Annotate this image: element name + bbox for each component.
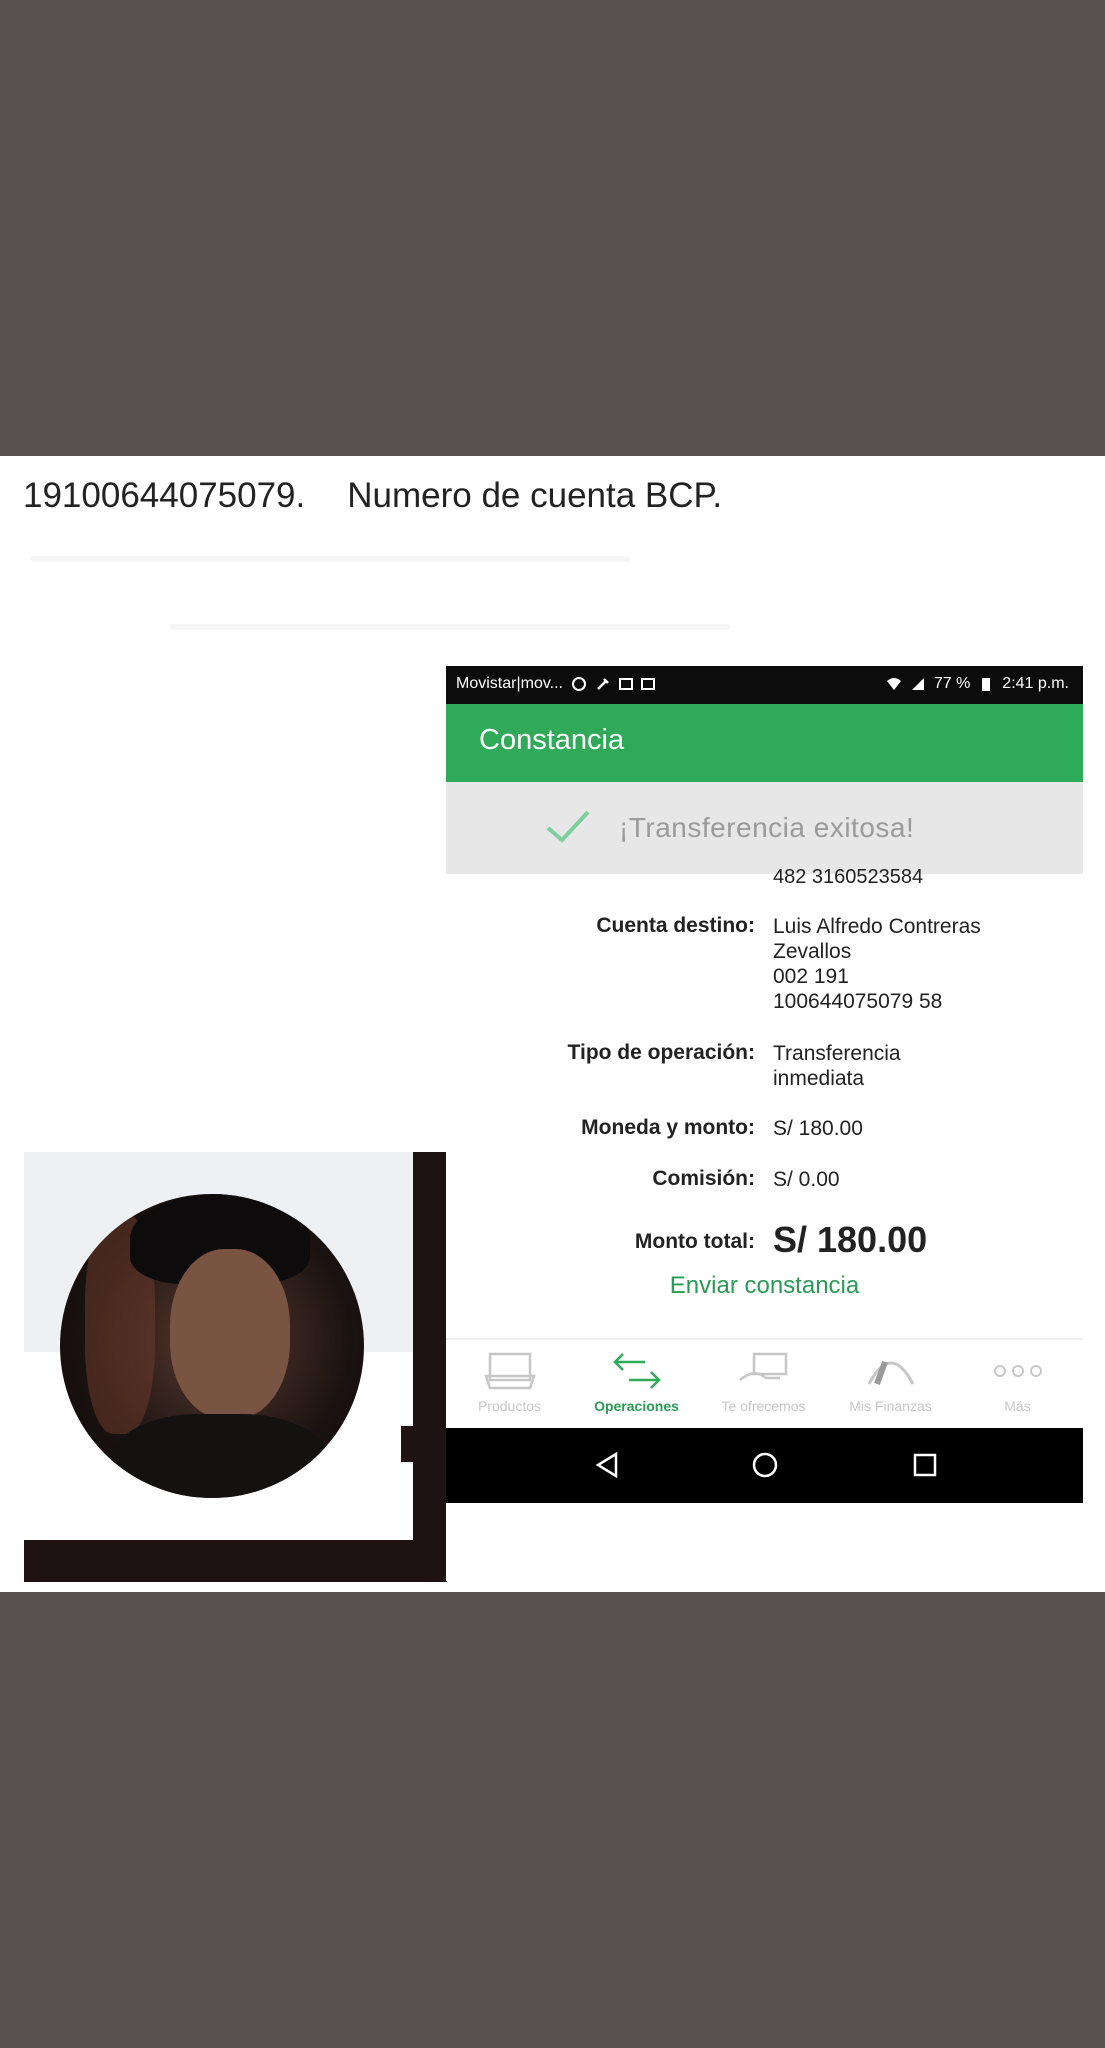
tab-label: Mis Finanzas bbox=[849, 1398, 932, 1414]
image-icon bbox=[640, 678, 655, 690]
recents-icon[interactable] bbox=[910, 1450, 940, 1480]
bottom-tab-bar: Productos Operaciones Te ofrecemos Mis F… bbox=[446, 1340, 1083, 1428]
detail-value: Transferencia inmediata bbox=[773, 1041, 901, 1091]
bottom-background bbox=[0, 1592, 1105, 2048]
avatar bbox=[60, 1194, 364, 1498]
top-background bbox=[0, 0, 1105, 456]
system-nav-bar bbox=[446, 1428, 1083, 1503]
battery-level: 77 % bbox=[933, 675, 971, 692]
card-hand-icon bbox=[739, 1352, 788, 1381]
profile-card bbox=[24, 1152, 413, 1540]
clipped-account-line: 482 3160523584 bbox=[773, 866, 924, 888]
detail-value-line: Luis Alfredo Contreras bbox=[773, 915, 981, 938]
gauge-icon bbox=[867, 1360, 915, 1386]
tab-label: Operaciones bbox=[594, 1398, 679, 1414]
carrier-name: Movistar|mov... bbox=[456, 675, 563, 692]
wallet-icon bbox=[484, 1352, 536, 1390]
tools-icon bbox=[597, 678, 609, 690]
send-receipt-button[interactable]: Enviar constancia bbox=[446, 1272, 1083, 1300]
battery-icon bbox=[982, 678, 991, 691]
account-number: 19100644075079. bbox=[23, 476, 306, 515]
faint-text-line bbox=[30, 556, 630, 562]
detail-value: S/ 0.00 bbox=[773, 1167, 840, 1192]
tab-te-ofrecemos[interactable]: Te ofrecemos bbox=[700, 1340, 827, 1428]
detail-label: Moneda y monto: bbox=[581, 1116, 755, 1139]
cast-icon bbox=[618, 678, 633, 690]
transfer-arrows-icon bbox=[613, 1353, 661, 1389]
account-label: Numero de cuenta BCP. bbox=[347, 476, 723, 515]
detail-value-line: S/ 180.00 bbox=[773, 1117, 863, 1140]
total-amount: S/ 180.00 bbox=[773, 1220, 927, 1260]
clock: 2:41 p.m. bbox=[1002, 675, 1069, 692]
detail-value-line: S/ 180.00 bbox=[773, 1219, 928, 1260]
detail-value-line: 100644075079 58 bbox=[773, 990, 943, 1013]
home-icon[interactable] bbox=[750, 1450, 780, 1480]
status-bar: Movistar|mov... 77 % 2:41 p.m. bbox=[446, 666, 1083, 704]
more-dots-icon bbox=[994, 1365, 1042, 1377]
back-icon[interactable] bbox=[592, 1450, 622, 1480]
detail-label: Comisión: bbox=[652, 1167, 755, 1190]
faint-text-line bbox=[170, 624, 730, 630]
tab-mis-finanzas[interactable]: Mis Finanzas bbox=[827, 1340, 954, 1428]
page-title: Constancia bbox=[479, 724, 625, 756]
check-icon bbox=[546, 810, 590, 843]
app-bar: Constancia bbox=[446, 704, 1083, 782]
tab-operaciones[interactable]: Operaciones bbox=[573, 1340, 700, 1428]
detail-value-line: Zevallos bbox=[773, 940, 852, 963]
detail-value: S/ 180.00 bbox=[773, 1116, 863, 1141]
frame-border-vertical bbox=[413, 1152, 447, 1582]
detail-value-line: 002 191 bbox=[773, 965, 849, 988]
detail-value: Luis Alfredo Contreras Zevallos 002 191 … bbox=[773, 914, 981, 1014]
photo-frame: 19100644075079. Numero de cuenta BCP. Mov… bbox=[0, 456, 1105, 1592]
phone-screenshot: Movistar|mov... 77 % 2:41 p.m. Constanci… bbox=[446, 666, 1083, 1581]
detail-label: Tipo de operación: bbox=[567, 1041, 755, 1064]
tab-productos[interactable]: Productos bbox=[446, 1340, 573, 1428]
whatsapp-icon bbox=[571, 677, 586, 691]
tab-label: Productos bbox=[477, 1398, 542, 1414]
detail-label: Monto total: bbox=[634, 1230, 755, 1253]
tab-mas[interactable]: Más bbox=[954, 1340, 1081, 1428]
signal-icon bbox=[911, 678, 924, 690]
frame-border-horizontal bbox=[24, 1540, 447, 1582]
detail-label: Cuenta destino: bbox=[596, 914, 755, 937]
detail-value-line: inmediata bbox=[773, 1067, 865, 1090]
caption: 19100644075079. Numero de cuenta BCP. bbox=[23, 476, 722, 516]
tab-label: Más bbox=[1004, 1398, 1031, 1414]
tab-label: Te ofrecemos bbox=[721, 1398, 806, 1414]
detail-value-line: S/ 0.00 bbox=[773, 1168, 840, 1191]
wifi-icon bbox=[886, 678, 901, 690]
success-banner: ¡Transferencia exitosa! bbox=[446, 782, 1083, 874]
success-message: ¡Transferencia exitosa! bbox=[619, 812, 915, 843]
frame-notch bbox=[401, 1426, 413, 1462]
detail-value-line: Transferencia bbox=[773, 1042, 901, 1065]
